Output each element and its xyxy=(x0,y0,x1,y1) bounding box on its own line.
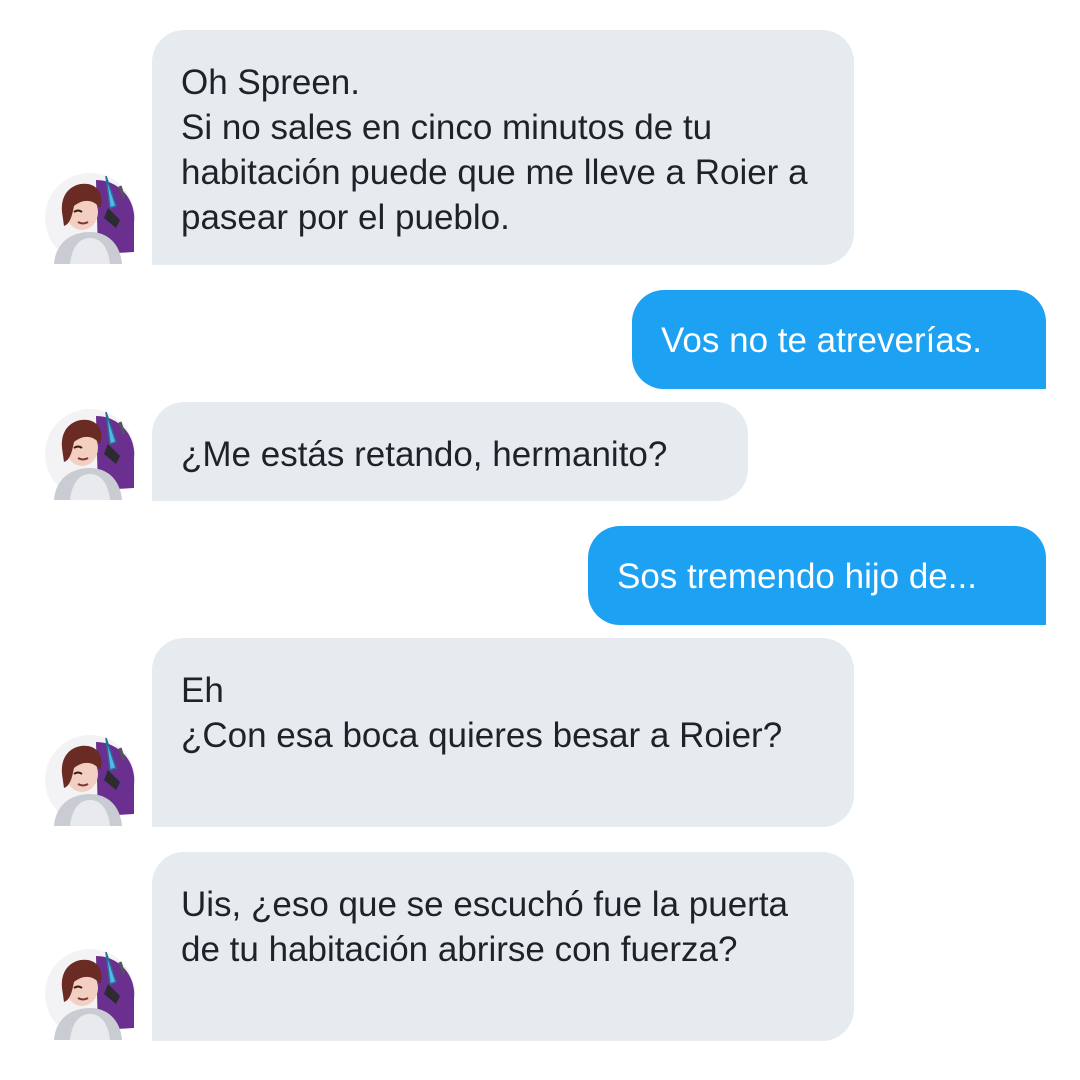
avatar xyxy=(44,408,136,500)
message-bubble-incoming[interactable]: ¿Me estás retando, hermanito? xyxy=(152,402,748,501)
chat-thread: Oh Spreen. Si no sales en cinco minutos … xyxy=(0,0,1080,1080)
character-portrait-icon xyxy=(44,408,136,500)
character-portrait-icon xyxy=(44,172,136,264)
avatar xyxy=(44,734,136,826)
message-bubble-outgoing[interactable]: Vos no te atreverías. xyxy=(632,290,1046,389)
character-portrait-icon xyxy=(44,734,136,826)
message-bubble-incoming[interactable]: Oh Spreen. Si no sales en cinco minutos … xyxy=(152,30,854,265)
message-bubble-outgoing[interactable]: Sos tremendo hijo de... xyxy=(588,526,1046,625)
message-bubble-incoming[interactable]: Eh ¿Con esa boca quieres besar a Roier? xyxy=(152,638,854,827)
avatar xyxy=(44,172,136,264)
character-portrait-icon xyxy=(44,948,136,1040)
avatar xyxy=(44,948,136,1040)
message-bubble-incoming[interactable]: Uis, ¿eso que se escuchó fue la puerta d… xyxy=(152,852,854,1041)
